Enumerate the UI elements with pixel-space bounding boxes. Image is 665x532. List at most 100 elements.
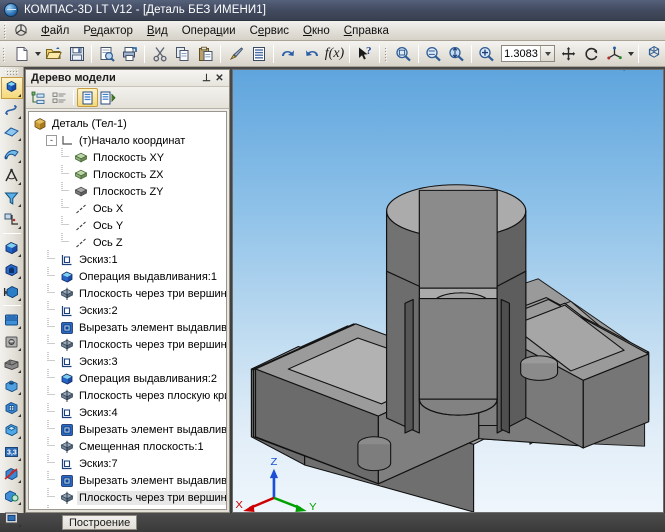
tree-item[interactable]: Операция выдавливания:1 xyxy=(32,266,226,285)
wireframe-icon[interactable] xyxy=(642,43,665,65)
zoom-window-icon[interactable] xyxy=(392,43,415,65)
fx-icon[interactable]: f(x) xyxy=(323,43,346,65)
shell-icon[interactable] xyxy=(1,309,23,331)
tree-item[interactable]: Плоскость ZY xyxy=(32,181,226,200)
toolbar-grip-2[interactable] xyxy=(383,45,390,62)
flyout-corner xyxy=(17,326,21,329)
menu-help[interactable]: Справка xyxy=(337,23,396,39)
menu-edit[interactable]: Редактор xyxy=(76,23,140,39)
menu-service[interactable]: Сервис xyxy=(243,23,296,39)
tree-item[interactable]: Плоскость XY xyxy=(32,147,226,166)
format-painter-icon[interactable] xyxy=(224,43,247,65)
paste-icon[interactable] xyxy=(194,43,217,65)
undo-icon[interactable] xyxy=(277,43,300,65)
section-icon[interactable] xyxy=(1,507,23,529)
menu-view[interactable]: Вид xyxy=(140,23,175,39)
tree-view-structure-icon[interactable] xyxy=(98,88,119,107)
redo-icon[interactable] xyxy=(300,43,323,65)
tree-item[interactable]: Плоскость ZX xyxy=(32,164,226,183)
pin-icon[interactable]: ⊥ xyxy=(200,72,213,85)
tree-view-model-icon[interactable] xyxy=(77,88,98,107)
tree-item[interactable]: Плоскость через плоскую кривую:1 xyxy=(32,385,226,404)
tree-item[interactable]: Операция выдавливания:2 xyxy=(32,368,226,387)
toolbar-separator-8 xyxy=(471,44,472,63)
new-document-icon[interactable] xyxy=(10,43,33,65)
orientation-dropdown[interactable] xyxy=(626,43,635,65)
left-toolbar-grip[interactable] xyxy=(4,69,19,75)
tree-item[interactable]: Плоскость через три вершины:2 xyxy=(32,334,226,353)
symmetry-icon[interactable]: 3,3 xyxy=(1,441,23,463)
compact-panel-edit-part-icon[interactable] xyxy=(0,77,23,99)
cut-extrude-tree-icon xyxy=(59,473,74,488)
close-icon[interactable]: ✕ xyxy=(213,72,226,85)
fillet-icon[interactable] xyxy=(1,331,23,353)
menu-file[interactable]: Файл xyxy=(34,23,76,39)
rotate-icon[interactable] xyxy=(580,43,603,65)
tree-item[interactable]: Эскиз:3 xyxy=(32,351,226,370)
zoom-prev-icon[interactable] xyxy=(422,43,445,65)
origin-axes-icon[interactable] xyxy=(11,22,30,39)
properties-icon[interactable] xyxy=(247,43,270,65)
cut-extrude-icon[interactable] xyxy=(1,259,23,281)
new-document-dropdown[interactable] xyxy=(33,43,42,65)
tree-item[interactable]: Ось Z xyxy=(32,232,226,251)
rotate-operation-icon[interactable] xyxy=(1,281,23,303)
menu-operations[interactable]: Операции xyxy=(175,23,243,39)
save-document-icon[interactable] xyxy=(65,43,88,65)
flyout-corner xyxy=(17,298,21,301)
compact-panel-toolbar: 3,3 xyxy=(0,67,24,527)
zoom-fit-icon[interactable] xyxy=(445,43,468,65)
specification-icon[interactable] xyxy=(1,209,23,231)
model-3d-viewport[interactable]: Z X Y xyxy=(232,69,664,513)
extrude-operation-icon[interactable] xyxy=(1,237,23,259)
help-pointer-icon[interactable]: ? xyxy=(353,43,376,65)
zoom-scale-icon[interactable] xyxy=(475,43,498,65)
menu-grip[interactable] xyxy=(2,22,9,39)
tree-item[interactable]: - (т)Начало координат xyxy=(32,132,226,149)
auxiliary-geometry-icon[interactable] xyxy=(1,143,23,165)
axis-y-icon xyxy=(73,218,88,233)
pan-icon[interactable] xyxy=(557,43,580,65)
zoom-level-dropdown[interactable] xyxy=(540,46,554,61)
copy-icon[interactable] xyxy=(171,43,194,65)
cut-icon[interactable] xyxy=(148,43,171,65)
print-icon[interactable] xyxy=(118,43,141,65)
scale-icon[interactable] xyxy=(1,485,23,507)
tree-item[interactable]: Ось X xyxy=(32,198,226,217)
tree-item[interactable]: Вырезать элемент выдавливания:1 xyxy=(32,317,226,336)
model-tree-scroll-area[interactable]: Деталь (Тел-1) - (т)Начало координат Плоско… xyxy=(28,111,227,510)
surfaces-icon[interactable] xyxy=(1,121,23,143)
toolbar-grip-1[interactable] xyxy=(1,45,8,62)
filters-icon[interactable] xyxy=(1,187,23,209)
hole-icon[interactable] xyxy=(1,375,23,397)
tree-item[interactable]: Плоскость через три вершины:1 xyxy=(32,283,226,302)
rib-icon[interactable] xyxy=(1,397,23,419)
array-icon[interactable] xyxy=(1,463,23,485)
tree-item[interactable]: Ось Y xyxy=(32,215,226,234)
tree-structure-icon[interactable] xyxy=(28,88,49,107)
title-bar: КОМПАС-3D LT V12 - [Деталь БЕЗ ИМЕНИ1] xyxy=(0,0,665,21)
orientation-icon[interactable] xyxy=(603,43,626,65)
tree-item[interactable]: Эскиз:7 xyxy=(32,453,226,472)
measurements-icon[interactable] xyxy=(1,165,23,187)
spatial-curves-icon[interactable] xyxy=(1,99,23,121)
tree-item[interactable]: Вырезать элемент выдавливания:4 xyxy=(32,470,226,489)
tree-expand-icon[interactable] xyxy=(49,88,70,107)
plane-3points-icon xyxy=(59,490,74,505)
chamfer-icon[interactable] xyxy=(1,353,23,375)
flyout-corner xyxy=(17,436,21,439)
tree-item[interactable]: Вырезать элемент выдавливания:2 xyxy=(32,419,226,438)
open-document-icon[interactable] xyxy=(42,43,65,65)
tree-expander[interactable]: - xyxy=(46,135,57,146)
tree-item[interactable]: Эскиз:8 xyxy=(32,504,226,509)
tree-item[interactable]: Эскиз:1 xyxy=(32,249,226,268)
print-preview-icon[interactable] xyxy=(95,43,118,65)
tree-item[interactable]: Эскиз:4 xyxy=(32,402,226,421)
tree-item[interactable]: Плоскость через три вершины:4 xyxy=(32,487,226,506)
zoom-level-input[interactable]: 1.3083 xyxy=(501,45,555,62)
tree-item[interactable]: Эскиз:2 xyxy=(32,300,226,319)
tree-item[interactable]: Смещенная плоскость:1 xyxy=(32,436,226,455)
tree-item[interactable]: Деталь (Тел-1) xyxy=(32,115,226,132)
draft-icon[interactable] xyxy=(1,419,23,441)
menu-window[interactable]: Окно xyxy=(296,23,337,39)
